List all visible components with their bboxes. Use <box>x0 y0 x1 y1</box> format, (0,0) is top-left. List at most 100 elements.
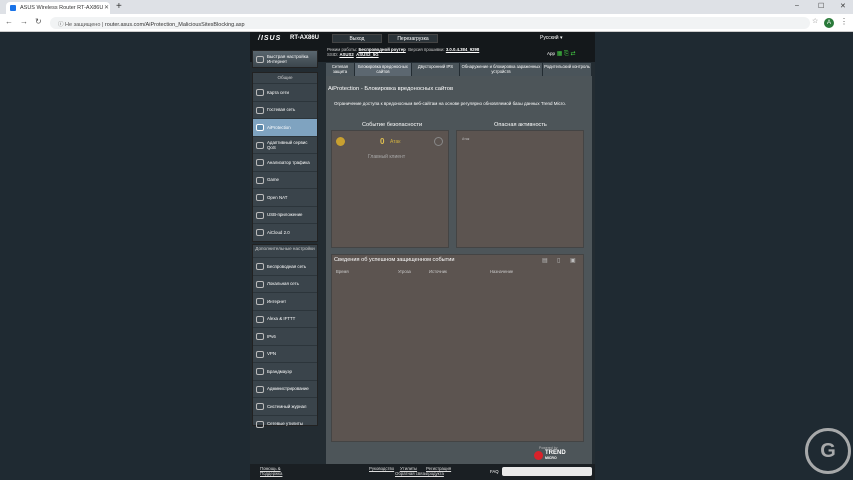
ipv6-icon <box>256 333 264 340</box>
sidebar-item-label: Брандмауэр <box>267 368 292 374</box>
sidebar-item-label: VPN <box>267 351 277 357</box>
help-support-link[interactable]: Помощь & Поддержка <box>254 466 294 476</box>
top-client-label: Главный клиент <box>368 154 406 160</box>
chart-legend: Атак <box>462 137 470 141</box>
tab-malicious-sites[interactable]: Блокировка вредоносных сайтов <box>355 63 411 76</box>
network-status-icon[interactable]: ⇄ <box>571 51 576 57</box>
sidebar-item-label: AiProtection <box>267 124 291 130</box>
back-icon[interactable]: ← <box>5 17 13 26</box>
url-input[interactable]: ⓘ Не защищено | router.asus.com/AiProtec… <box>50 17 810 29</box>
sidebar-item-label: Сетевые утилиты <box>267 421 303 427</box>
log-icon <box>256 403 264 410</box>
tools-icon <box>256 420 264 428</box>
sidebar-item-label: USB-приложение <box>267 212 303 218</box>
gamepad-icon <box>256 176 264 184</box>
quick-setup-button[interactable]: Быстрая настройка Интернет <box>252 50 318 68</box>
sidebar-item[interactable]: Game <box>253 170 317 189</box>
sidebar-item[interactable]: AiCloud 2.0 <box>253 223 317 241</box>
usb-status-icon[interactable]: ⎘ <box>564 51 569 57</box>
sidebar-item[interactable]: Гостевая сеть <box>253 100 317 119</box>
sidebar-item[interactable]: Alexa & IFTTT <box>253 309 317 328</box>
security-event-title: Событие безопасности <box>362 122 423 128</box>
sidebar-item[interactable]: Локальная сеть <box>253 274 317 293</box>
sidebar-item-label: Alexa & IFTTT <box>267 316 296 322</box>
router-page: /ISUS RT-AX86U Выход Перезагрузка Русски… <box>250 32 595 480</box>
aiprotection-tabs: Сетевая защита Блокировка вредоносных са… <box>326 63 591 76</box>
reload-icon[interactable]: ↻ <box>35 17 42 26</box>
sidebar-item-label: Гостевая сеть <box>267 107 296 113</box>
sidebar-item[interactable]: Адаптивный сервис QoS <box>253 135 317 154</box>
refresh-list-icon[interactable]: ▣ <box>570 257 576 264</box>
sidebar-item-label: Системный журнал <box>267 403 307 409</box>
status-icons: App ▦ ⎘ ⇄ <box>547 50 576 58</box>
faq-search-input[interactable] <box>502 467 592 476</box>
save-icon[interactable]: ▤ <box>542 257 548 264</box>
general-header: Общие <box>277 75 293 80</box>
language-select[interactable]: Русский ▾ <box>540 35 562 41</box>
close-window-icon[interactable]: ✕ <box>840 2 846 10</box>
dangerous-activity-title: Опасная активность <box>494 122 547 128</box>
ssid-2[interactable]: ASUS2_5G <box>356 52 378 57</box>
maximize-icon[interactable]: ☐ <box>818 2 824 10</box>
wireless-icon <box>256 263 264 270</box>
forward-icon[interactable]: → <box>20 17 28 26</box>
sidebar-item[interactable]: Администрирование <box>253 379 317 398</box>
sidebar-item[interactable]: Анализатор трафика <box>253 153 317 171</box>
favicon-icon <box>10 5 16 11</box>
sidebar-item-label: Администрирование <box>267 386 309 392</box>
ssid-1[interactable]: ASUS2 <box>339 52 353 57</box>
qr-icon[interactable]: ▦ <box>557 51 563 57</box>
tab-infected-devices[interactable]: Обнаружение и блокировка зараженных устр… <box>460 63 542 76</box>
vpn-icon <box>256 350 264 358</box>
globe-icon <box>256 298 264 305</box>
router-footer: Помощь & Поддержка Руководство Утилиты Р… <box>250 464 595 480</box>
sidebar-item[interactable]: IPv6 <box>253 327 317 345</box>
new-tab-icon[interactable]: + <box>116 1 122 12</box>
sidebar-item[interactable]: Карта сети <box>253 83 317 101</box>
sidebar-item[interactable]: AiProtection <box>253 118 317 136</box>
sidebar-item[interactable]: Беспроводная сеть <box>253 257 317 275</box>
sidebar-item[interactable]: Интернет <box>253 292 317 310</box>
minimize-icon[interactable]: – <box>795 2 799 9</box>
hits-unit: Атак <box>390 139 401 145</box>
page-title: AiProtection - Блокировка вредоносных са… <box>328 86 454 92</box>
sidebar-item[interactable]: Open NAT <box>253 188 317 206</box>
sidebar-item-label: Анализатор трафика <box>267 159 310 165</box>
sidebar-item[interactable]: Брандмауэр <box>253 362 317 380</box>
shield-icon <box>256 124 264 131</box>
tab-network-protection[interactable]: Сетевая защита <box>326 63 354 76</box>
feedback-link[interactable]: Обратная связь <box>395 471 427 477</box>
lan-icon <box>256 280 264 288</box>
firmware-link[interactable]: 3.0.0.4.384_9298 <box>446 47 479 52</box>
avatar[interactable]: A <box>824 18 834 28</box>
browser-tab[interactable]: ASUS Wireless Router RT-AX86U ✕ <box>6 2 110 14</box>
sidebar-item-label: Game <box>267 177 279 183</box>
manual-link[interactable]: Руководство <box>369 466 394 472</box>
events-panel: Сведения об успешном защищенном событии … <box>331 254 584 442</box>
reboot-button[interactable]: Перезагрузка <box>388 34 438 43</box>
sidebar-item[interactable]: VPN <box>253 344 317 363</box>
watermark-logo: G <box>805 428 851 474</box>
asus-logo: /ISUS <box>258 35 282 42</box>
tab-parental-control[interactable]: Родительский контроль <box>543 63 591 76</box>
refresh-icon[interactable] <box>434 137 443 146</box>
logout-button[interactable]: Выход <box>332 34 382 43</box>
sidebar-item[interactable]: Системный журнал <box>253 397 317 415</box>
registration-link[interactable]: Регистрация продукта <box>426 466 460 476</box>
tab-two-way-ips[interactable]: Двусторонний IPS <box>412 63 459 76</box>
url-text: router.asus.com/AiProtection_MaliciousSi… <box>104 22 245 28</box>
col-destination: Назначение <box>490 269 514 274</box>
sidebar-item[interactable]: Сетевые утилиты <box>253 414 317 433</box>
usb-icon <box>256 211 264 219</box>
col-source: Источник <box>429 269 447 274</box>
close-tab-icon[interactable]: ✕ <box>104 4 109 11</box>
sidebar-item[interactable]: USB-приложение <box>253 205 317 224</box>
browser-menu-icon[interactable]: ⋮ <box>840 17 848 26</box>
advanced-section: Дополнительные настройки Беспроводная се… <box>252 244 318 428</box>
advanced-header: Дополнительные настройки <box>255 246 315 251</box>
delete-icon[interactable]: ▯ <box>557 257 560 264</box>
alexa-icon <box>256 315 264 323</box>
bookmark-star-icon[interactable]: ☆ <box>812 17 818 25</box>
security-label: Не защищено <box>65 22 101 28</box>
address-bar: ← → ↻ ⓘ Не защищено | router.asus.com/Ai… <box>0 14 853 32</box>
